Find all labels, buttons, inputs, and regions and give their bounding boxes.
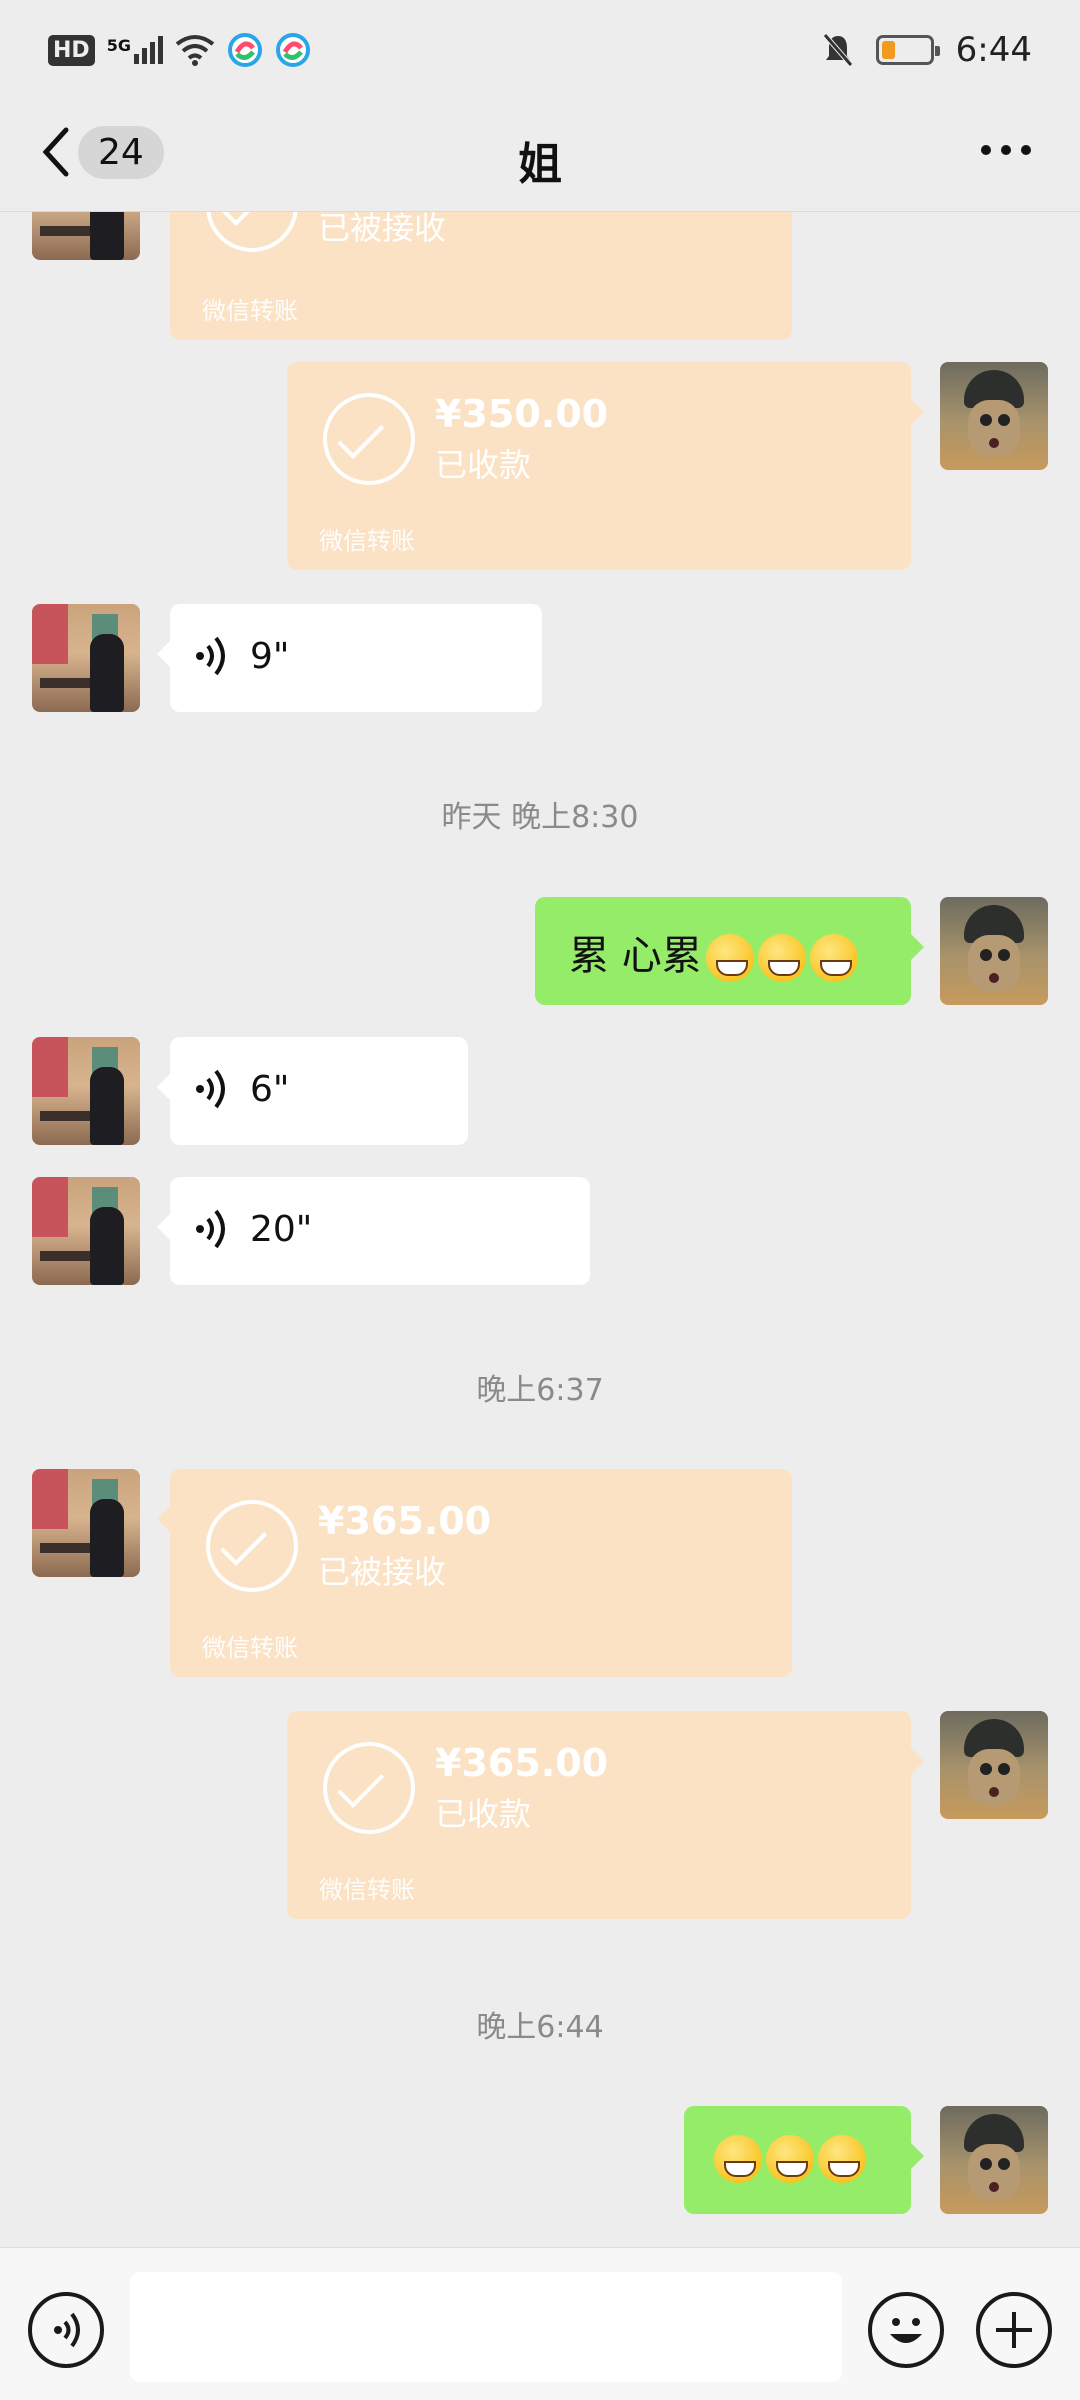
voice-wave-icon <box>196 636 225 676</box>
avatar-self[interactable] <box>940 897 1048 1005</box>
voice-wave-icon <box>196 1069 225 1109</box>
transfer-status: 已被接收 <box>318 212 447 247</box>
status-right: 6:44 <box>822 30 1032 70</box>
chat-header: 24 姐 <box>0 100 1080 212</box>
voice-duration: 6" <box>250 1068 290 1110</box>
avatar-sister[interactable] <box>32 1469 140 1577</box>
avatar-self[interactable] <box>940 362 1048 470</box>
transfer-footer: 微信转账 <box>319 1876 415 1904</box>
timestamp: 晚上6:37 <box>476 1373 604 1408</box>
status-left: HD 5G <box>48 32 311 68</box>
transfer-footer: 微信转账 <box>319 527 415 555</box>
transfer-card[interactable]: ¥365.00 已被接收 微信转账 <box>157 1469 792 1677</box>
emoji-button[interactable] <box>868 2292 944 2368</box>
input-bar <box>0 2247 1080 2400</box>
grin-emoji-icon <box>714 2135 762 2183</box>
avatar-sister[interactable] <box>32 604 140 712</box>
signal-icon: 5G <box>107 36 163 64</box>
status-bar: HD 5G 6:44 <box>0 0 1080 100</box>
bell-muted-icon <box>822 33 853 67</box>
timestamp: 晚上6:44 <box>476 2010 604 2045</box>
transfer-status: 已收款 <box>435 446 532 484</box>
voice-message[interactable]: 9" <box>157 604 542 712</box>
network-label: 5G <box>106 36 131 55</box>
transfer-status: 已收款 <box>435 1795 532 1833</box>
app-notification-icon <box>227 33 262 67</box>
avatar-sister[interactable] <box>32 1177 140 1285</box>
clock: 6:44 <box>955 30 1032 70</box>
wifi-icon <box>175 35 215 66</box>
transfer-footer: 微信转账 <box>202 297 298 325</box>
transfer-status: 已被接收 <box>318 1553 447 1591</box>
transfer-amount: ¥365.00 <box>318 1499 492 1543</box>
voice-message[interactable]: 6" <box>157 1037 468 1145</box>
voice-duration: 20" <box>250 1208 313 1250</box>
transfer-amount: ¥350.00 <box>435 392 609 436</box>
voice-wave-icon <box>196 1209 225 1249</box>
check-circle-icon <box>323 393 415 485</box>
hd-badge: HD <box>48 34 95 66</box>
emoji-message[interactable] <box>684 2106 924 2214</box>
voice-wave-icon <box>54 2312 80 2348</box>
check-circle-icon <box>206 1500 298 1592</box>
battery-icon <box>875 35 940 65</box>
transfer-amount: ¥365.00 <box>435 1741 609 1785</box>
avatar-self[interactable] <box>940 1711 1048 1819</box>
grin-emoji-icon <box>766 2135 814 2183</box>
message-list[interactable]: 已被接收 微信转账 ¥350.00 已收款 微信转账 9" 昨天 晚上8:30 … <box>0 212 1080 2247</box>
transfer-card[interactable]: 已被接收 微信转账 <box>170 212 792 340</box>
app-notification-icon <box>275 33 310 67</box>
check-circle-icon <box>206 212 298 252</box>
grin-emoji-icon <box>818 2135 866 2183</box>
plus-icon <box>996 2312 1032 2348</box>
chat-title: 姐 <box>518 139 562 190</box>
check-circle-icon <box>323 1742 415 1834</box>
more-dots-icon[interactable] <box>976 130 1036 170</box>
transfer-footer: 微信转账 <box>202 1634 298 1662</box>
transfer-card[interactable]: ¥350.00 已收款 微信转账 <box>287 362 924 570</box>
transfer-card[interactable]: ¥365.00 已收款 微信转账 <box>287 1711 924 1919</box>
voice-message[interactable]: 20" <box>157 1177 590 1285</box>
text-message[interactable]: 累 心累 <box>535 897 924 1005</box>
laugh-cry-emoji-icon <box>809 934 858 982</box>
timestamp: 昨天 晚上8:30 <box>441 800 639 835</box>
laugh-cry-emoji-icon <box>705 934 754 982</box>
message-input[interactable] <box>130 2272 842 2382</box>
avatar-sister[interactable] <box>32 212 140 260</box>
message-text: 累 心累 <box>569 933 702 979</box>
voice-duration: 9" <box>250 635 290 677</box>
avatar-sister[interactable] <box>32 1037 140 1145</box>
laugh-cry-emoji-icon <box>757 934 806 982</box>
avatar-self[interactable] <box>940 2106 1048 2214</box>
plus-button[interactable] <box>976 2292 1052 2368</box>
voice-input-button[interactable] <box>28 2292 104 2368</box>
smiley-icon <box>890 2318 922 2343</box>
